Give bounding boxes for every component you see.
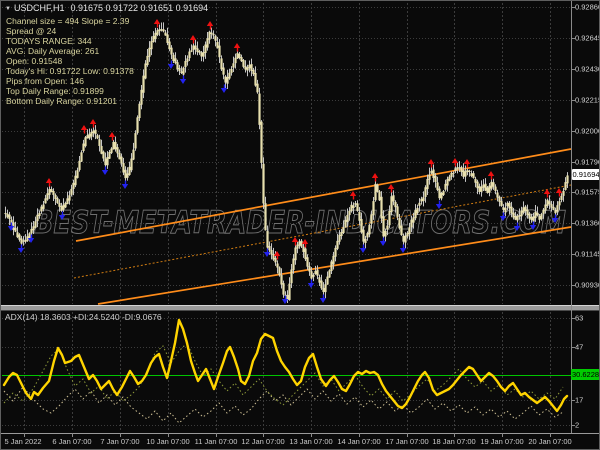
info-line: Open: 0.91548 — [6, 56, 63, 66]
indicator-label: ADX(14) 18.3603 +DI:24.5240 -DI:9.0676 — [5, 312, 162, 322]
red-up-arrow-icon — [371, 173, 379, 178]
red-up-arrow-icon — [80, 125, 88, 130]
symbol-title: USDCHF,H1 — [13, 3, 65, 13]
symbol-header: ▼ USDCHF,H1 0.91675 0.91722 0.91651 0.9169… — [5, 3, 208, 13]
red-up-arrow-icon — [273, 251, 281, 256]
adx-level-tag: 30.6228 — [571, 369, 600, 380]
info-line: Top Daily Range: 0.91899 — [6, 86, 104, 96]
info-line: Spread @ 24 — [6, 26, 57, 36]
blue-down-arrow-icon — [359, 248, 367, 253]
red-up-arrow-icon — [451, 158, 459, 163]
red-up-arrow-icon — [463, 159, 471, 164]
info-line: Bottom Daily Range: 0.91201 — [6, 96, 118, 106]
info-line: Channel size = 494 Slope = 2.39 — [6, 16, 130, 26]
watermark: BEST-METATRADER-INDICATORS.COM — [34, 205, 566, 241]
chart-window: BEST-METATRADER-INDICATORS.COM ▼ USDCHF,H… — [0, 0, 600, 450]
blue-down-arrow-icon — [319, 298, 327, 303]
blue-down-arrow-icon — [101, 170, 109, 175]
info-line: TODAYS RANGE: 344 — [6, 36, 92, 46]
red-up-arrow-icon — [555, 188, 563, 193]
red-up-arrow-icon — [153, 19, 161, 24]
red-up-arrow-icon — [108, 132, 116, 137]
red-up-arrow-icon — [45, 178, 53, 183]
red-up-arrow-icon — [487, 171, 495, 176]
blue-down-arrow-icon — [399, 248, 407, 253]
red-up-arrow-icon — [349, 191, 357, 196]
info-line: AVG. Daily Average: 261 — [6, 46, 100, 56]
blue-down-arrow-icon — [179, 79, 187, 84]
blue-down-arrow-icon — [17, 248, 25, 253]
current-price-tag: 0.91694 — [572, 169, 600, 180]
symbol-dropdown-icon: ▼ — [5, 6, 11, 12]
red-up-arrow-icon — [189, 35, 197, 40]
info-line: Pips from Open: 146 — [6, 76, 84, 86]
red-up-arrow-icon — [387, 184, 395, 189]
blue-down-arrow-icon — [220, 88, 228, 93]
red-up-arrow-icon — [427, 159, 435, 164]
blue-down-arrow-icon — [121, 184, 129, 189]
red-up-arrow-icon — [206, 21, 214, 26]
red-up-arrow-icon — [233, 43, 241, 48]
info-line: Today's Hi: 0.91722 Low: 0.91378 — [6, 66, 134, 76]
blue-down-arrow-icon — [379, 241, 387, 246]
red-up-arrow-icon — [543, 189, 551, 194]
ohlc-quotes: 0.91675 0.91722 0.91651 0.91694 — [70, 3, 209, 13]
red-up-arrow-icon — [89, 119, 97, 124]
info-panel: Channel size = 494 Slope = 2.39 Spread @ … — [6, 16, 134, 106]
